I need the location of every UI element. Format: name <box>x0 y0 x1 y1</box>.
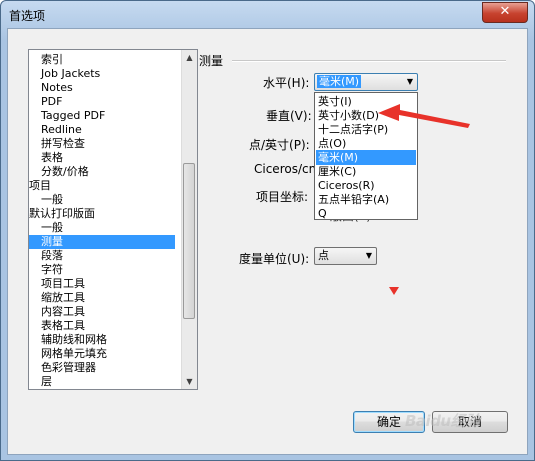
panel-divider <box>232 60 506 62</box>
sidebar-item[interactable]: 色彩管理器 <box>29 361 175 375</box>
sidebar-item[interactable]: 默认打印版面 <box>29 207 175 221</box>
dropdown-option[interactable]: 十二点活字(P) <box>316 122 416 137</box>
horizontal-unit-value: 毫米(M) <box>317 75 362 88</box>
dropdown-option[interactable]: 厘米(C) <box>316 164 416 179</box>
dropdown-option[interactable]: 五点半铅字(A) <box>316 192 416 207</box>
dropdown-option[interactable]: 英寸小数(D) <box>316 108 416 123</box>
dropdown-option[interactable]: Q <box>316 206 416 221</box>
points-per-inch-label: 点/英寸(P): <box>249 138 310 152</box>
sidebar-item[interactable]: 缩放工具 <box>29 291 175 305</box>
sidebar-item[interactable]: PDF <box>29 95 175 109</box>
sidebar-item[interactable]: 字符 <box>29 263 175 277</box>
sidebar-item[interactable]: 索引 <box>29 53 175 67</box>
list-vertical-scrollbar[interactable]: ▲ ▼ <box>181 50 197 389</box>
sidebar-item[interactable]: Tagged PDF <box>29 109 175 123</box>
sidebar-item[interactable]: 段落 <box>29 249 175 263</box>
chevron-down-icon: ▼ <box>365 251 372 260</box>
dropdown-option[interactable]: 英寸(I) <box>316 94 416 109</box>
category-list[interactable]: 索引 Job Jackets Notes PDF Tagged PDF Redline 拼写… <box>28 49 198 390</box>
sidebar-item[interactable]: 项目工具 <box>29 277 175 291</box>
sidebar-item[interactable]: Notes <box>29 81 175 95</box>
unit-select[interactable]: 点 ▼ <box>314 247 377 265</box>
sidebar-item[interactable]: 网格单元填充 <box>29 347 175 361</box>
vertical-label: 垂直(V): <box>266 109 312 123</box>
panel-title: 测量 <box>199 54 224 68</box>
annotation-marker-icon <box>389 287 399 295</box>
sidebar-item[interactable]: 测量 <box>29 235 175 249</box>
dropdown-option[interactable]: Ciceros(R) <box>316 178 416 193</box>
unit-dropdown-list[interactable]: 英寸(I) 英寸小数(D) 十二点活字(P) 点(O) 毫米(M) 厘米(C) Cicero… <box>314 92 418 220</box>
sidebar-item[interactable]: 拼写检查 <box>29 137 175 151</box>
sidebar-item[interactable]: 项目 <box>29 179 175 193</box>
sidebar-item[interactable]: 层 <box>29 375 175 389</box>
chevron-down-icon: ▼ <box>406 77 413 86</box>
unit-label: 度量单位(U): <box>239 252 310 266</box>
scroll-up-icon[interactable]: ▲ <box>182 50 197 65</box>
scroll-thumb[interactable] <box>183 163 195 319</box>
horizontal-unit-select[interactable]: 毫米(M) ▼ <box>314 73 418 91</box>
sidebar-item[interactable]: 表格工具 <box>29 319 175 333</box>
sidebar-item[interactable]: 分数/价格 <box>29 165 175 179</box>
sidebar-item[interactable]: 内容工具 <box>29 305 175 319</box>
dropdown-option[interactable]: 毫米(M) <box>316 150 416 165</box>
sidebar-item[interactable]: 表格 <box>29 151 175 165</box>
sidebar-item[interactable]: 辅助线和网格 <box>29 333 175 347</box>
sidebar-item[interactable]: 一般 <box>29 221 175 235</box>
watermark-logo: Baidu经验 <box>405 412 480 430</box>
title-bar[interactable]: 首选项 ✕ <box>1 1 534 29</box>
scroll-down-icon[interactable]: ▼ <box>182 374 197 389</box>
sidebar-item[interactable]: Job Jackets <box>29 67 175 81</box>
close-button[interactable]: ✕ <box>482 2 528 23</box>
unit-select-value: 点 <box>318 249 329 262</box>
item-coordinates-label: 项目坐标: <box>256 190 309 204</box>
horizontal-label: 水平(H): <box>263 76 310 90</box>
dropdown-option[interactable]: 点(O) <box>316 136 416 151</box>
window-title: 首选项 <box>9 9 46 23</box>
sidebar-item[interactable]: 一般 <box>29 193 175 207</box>
sidebar-item[interactable]: Redline <box>29 123 175 137</box>
